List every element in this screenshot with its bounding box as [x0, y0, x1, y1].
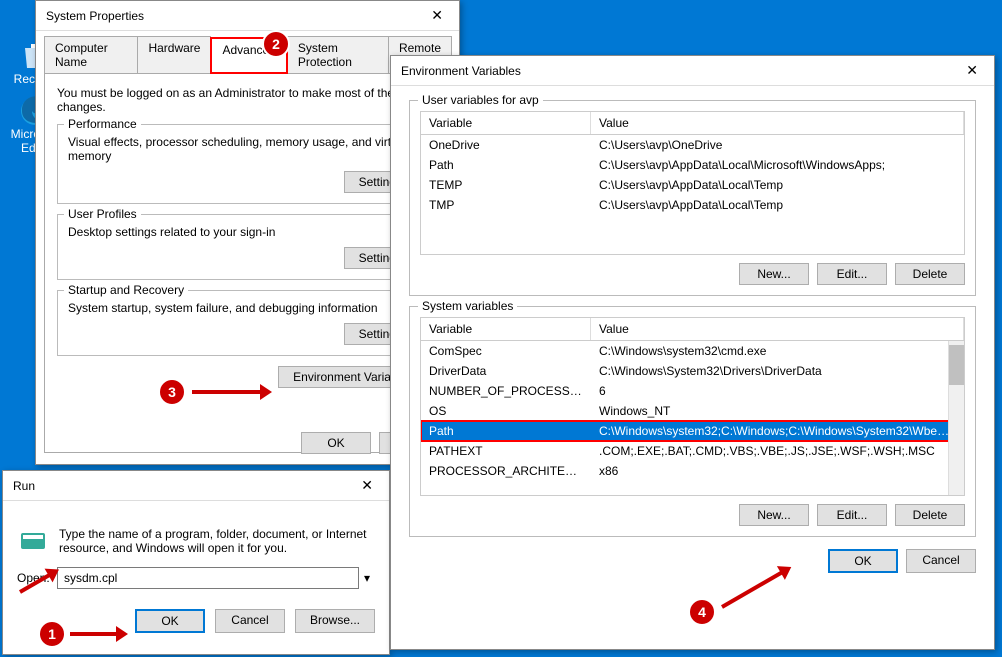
sysprop-title: System Properties — [46, 9, 144, 23]
user-delete-button[interactable]: Delete — [895, 263, 965, 285]
annotation-1b-arrow — [20, 590, 55, 594]
close-icon[interactable]: ✕ — [960, 62, 984, 79]
table-row[interactable]: TMPC:\Users\avp\AppData\Local\Temp — [421, 195, 964, 215]
table-row[interactable]: TEMPC:\Users\avp\AppData\Local\Temp — [421, 175, 964, 195]
annotation-2: 2 — [262, 30, 290, 58]
sys-new-button[interactable]: New... — [739, 504, 809, 526]
performance-group: Performance Visual effects, processor sc… — [57, 124, 438, 204]
tab-computer-name[interactable]: Computer Name — [44, 36, 138, 73]
startup-recovery-group: Startup and Recovery System startup, sys… — [57, 290, 438, 356]
performance-text: Visual effects, processor scheduling, me… — [68, 135, 427, 163]
sys-edit-button[interactable]: Edit... — [817, 504, 887, 526]
annotation-1: 1 — [38, 620, 66, 648]
startup-recovery-legend: Startup and Recovery — [64, 283, 188, 297]
user-variables-group: User variables for avp Variable Value On… — [409, 100, 976, 296]
annotation-3: 3 — [158, 378, 186, 406]
table-row[interactable]: PathC:\Windows\system32;C:\Windows;C:\Wi… — [421, 421, 964, 441]
col-value[interactable]: Value — [591, 318, 964, 340]
environment-variables-dialog: Environment Variables ✕ User variables f… — [390, 55, 995, 650]
table-row[interactable]: OSWindows_NT — [421, 401, 964, 421]
system-variables-list[interactable]: ComSpecC:\Windows\system32\cmd.exeDriver… — [420, 341, 965, 496]
user-profiles-legend: User Profiles — [64, 207, 141, 221]
env-cancel-button[interactable]: Cancel — [906, 549, 976, 573]
user-variables-list[interactable]: OneDriveC:\Users\avp\OneDrivePathC:\User… — [420, 135, 965, 255]
tab-hardware[interactable]: Hardware — [137, 36, 211, 73]
close-icon[interactable]: ✕ — [355, 477, 379, 494]
open-input[interactable] — [57, 567, 359, 589]
run-browse-button[interactable]: Browse... — [295, 609, 375, 633]
sysprop-ok-button[interactable]: OK — [301, 432, 371, 454]
annotation-1-arrow — [70, 632, 118, 636]
run-desc: Type the name of a program, folder, docu… — [59, 527, 375, 555]
col-variable[interactable]: Variable — [421, 318, 591, 340]
table-row[interactable]: ComSpecC:\Windows\system32\cmd.exe — [421, 341, 964, 361]
env-title: Environment Variables — [401, 64, 521, 78]
col-variable[interactable]: Variable — [421, 112, 591, 134]
sysprop-intro: You must be logged on as an Administrato… — [57, 86, 438, 114]
sys-delete-button[interactable]: Delete — [895, 504, 965, 526]
sys-list-header[interactable]: Variable Value — [420, 317, 965, 341]
tab-system-protection[interactable]: System Protection — [287, 36, 389, 73]
table-row[interactable]: PROCESSOR_ARCHITECTUREx86 — [421, 461, 964, 481]
close-icon[interactable]: ✕ — [425, 7, 449, 24]
scrollbar-thumb[interactable] — [949, 345, 964, 385]
annotation-3-arrow — [192, 390, 262, 394]
run-title: Run — [13, 479, 35, 493]
user-variables-legend: User variables for avp — [418, 93, 543, 107]
system-variables-legend: System variables — [418, 299, 517, 313]
scrollbar[interactable] — [948, 341, 964, 495]
table-row[interactable]: NUMBER_OF_PROCESSORS6 — [421, 381, 964, 401]
sysprop-titlebar[interactable]: System Properties ✕ — [36, 1, 459, 31]
run-titlebar[interactable]: Run ✕ — [3, 471, 389, 501]
annotation-4: 4 — [688, 598, 716, 626]
user-new-button[interactable]: New... — [739, 263, 809, 285]
user-edit-button[interactable]: Edit... — [817, 263, 887, 285]
annotation-4-arrow — [722, 605, 792, 609]
table-row[interactable]: DriverDataC:\Windows\System32\Drivers\Dr… — [421, 361, 964, 381]
user-list-header[interactable]: Variable Value — [420, 111, 965, 135]
run-icon — [17, 525, 49, 557]
startup-recovery-text: System startup, system failure, and debu… — [68, 301, 427, 315]
env-titlebar[interactable]: Environment Variables ✕ — [391, 56, 994, 86]
system-variables-group: System variables Variable Value ComSpecC… — [409, 306, 976, 537]
run-ok-button[interactable]: OK — [135, 609, 205, 633]
dropdown-icon[interactable]: ▾ — [359, 571, 375, 585]
performance-legend: Performance — [64, 117, 141, 131]
table-row[interactable]: OneDriveC:\Users\avp\OneDrive — [421, 135, 964, 155]
run-cancel-button[interactable]: Cancel — [215, 609, 285, 633]
col-value[interactable]: Value — [591, 112, 964, 134]
user-profiles-text: Desktop settings related to your sign-in — [68, 225, 427, 239]
env-ok-button[interactable]: OK — [828, 549, 898, 573]
table-row[interactable]: PathC:\Users\avp\AppData\Local\Microsoft… — [421, 155, 964, 175]
table-row[interactable]: PATHEXT.COM;.EXE;.BAT;.CMD;.VBS;.VBE;.JS… — [421, 441, 964, 461]
user-profiles-group: User Profiles Desktop settings related t… — [57, 214, 438, 280]
